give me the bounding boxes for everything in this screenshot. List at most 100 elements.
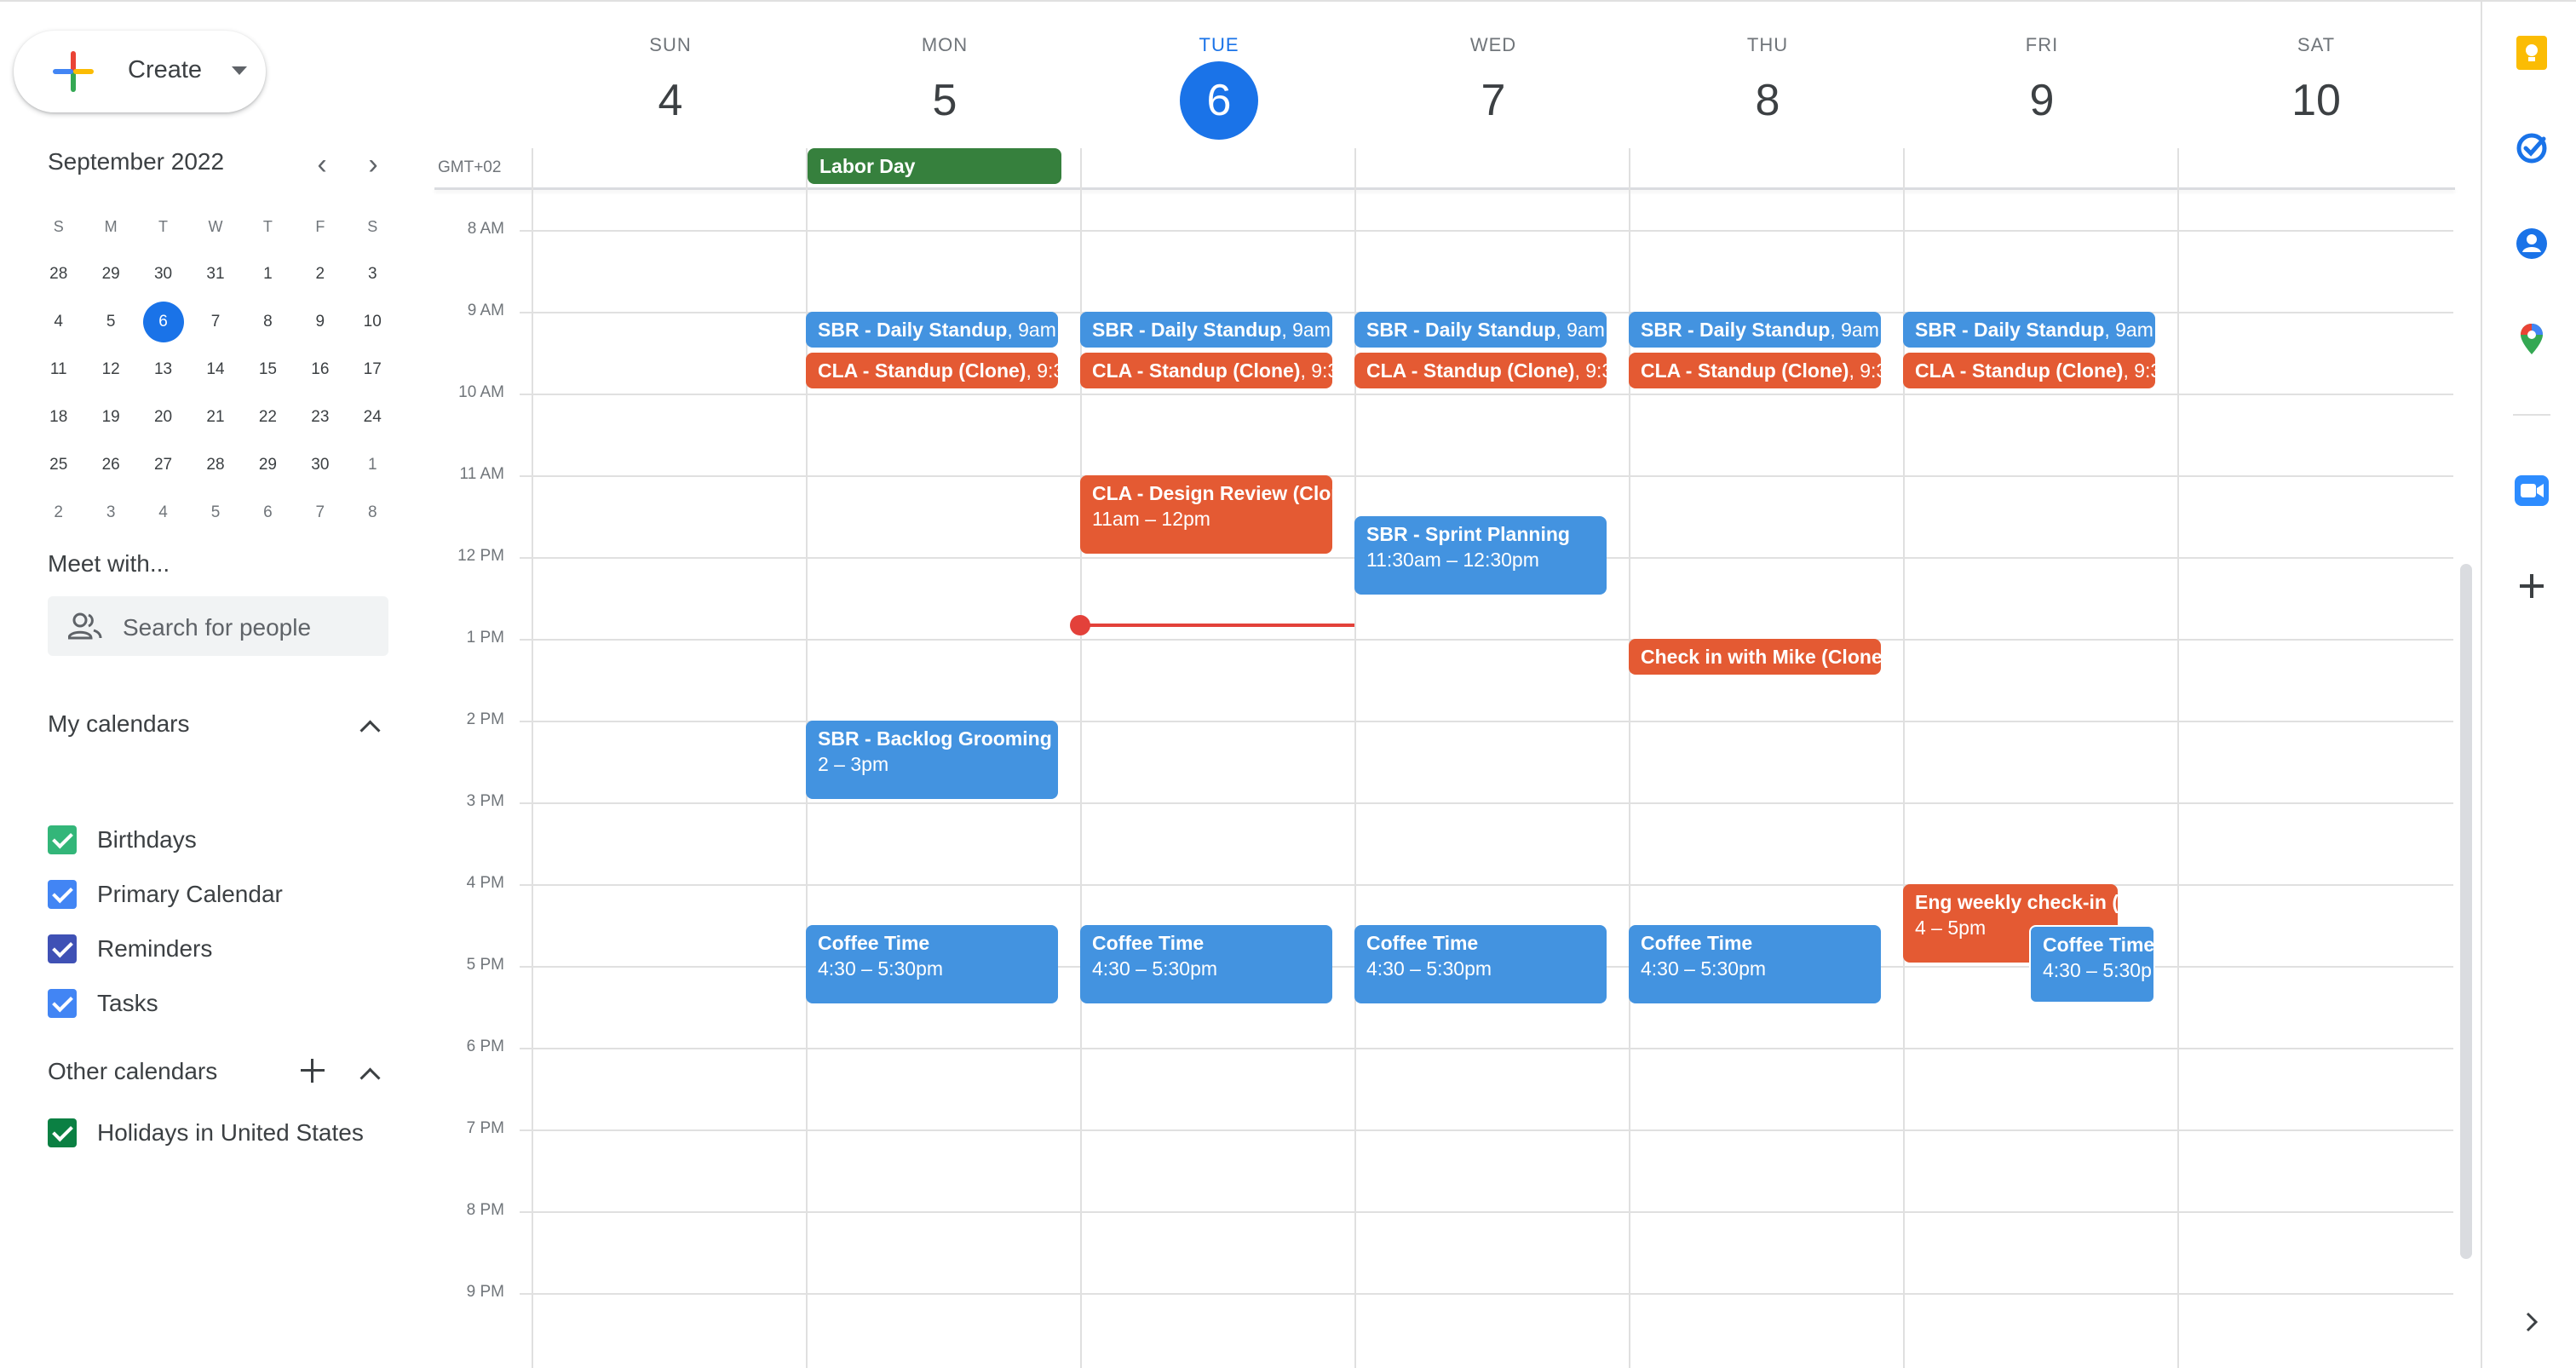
add-calendar-icon[interactable] [298, 1056, 327, 1085]
day-header-tue-today[interactable]: TUE 6 [1082, 34, 1356, 140]
event-cla-standup[interactable]: CLA - Standup (Clone), 9:3 [1080, 353, 1332, 388]
mini-day[interactable]: 19 [84, 397, 136, 438]
event-cla-standup[interactable]: CLA - Standup (Clone), 9:3 [1903, 353, 2155, 388]
day-header-thu[interactable]: THU 8 [1630, 34, 1905, 140]
calendar-item-reminders[interactable]: Reminders [48, 930, 212, 968]
mini-day[interactable]: 3 [84, 492, 136, 533]
day-header-mon[interactable]: MON 5 [808, 34, 1082, 140]
event-sprint-planning[interactable]: SBR - Sprint Planning 11:30am – 12:30pm [1354, 516, 1607, 595]
day-header-num[interactable]: 7 [1454, 61, 1532, 140]
mini-day[interactable]: 3 [347, 254, 399, 295]
mini-day[interactable]: 23 [294, 397, 346, 438]
mini-day[interactable]: 1 [347, 445, 399, 486]
mini-day[interactable]: 8 [347, 492, 399, 533]
event-daily-standup[interactable]: SBR - Daily Standup, 9am [806, 312, 1058, 348]
mini-day[interactable]: 12 [84, 349, 136, 390]
event-backlog-grooming[interactable]: SBR - Backlog Grooming 2 – 3pm [806, 721, 1058, 799]
mini-day[interactable]: 5 [189, 492, 241, 533]
calendar-item-primary[interactable]: Primary Calendar [48, 876, 283, 913]
event-daily-standup[interactable]: SBR - Daily Standup, 9am [1354, 312, 1607, 348]
search-people-input[interactable]: Search for people [48, 596, 388, 656]
calendar-item-birthdays[interactable]: Birthdays [48, 821, 197, 859]
mini-day[interactable]: 15 [242, 349, 294, 390]
event-labor-day[interactable]: Labor Day [808, 148, 1061, 184]
my-calendars-collapse-icon[interactable] [356, 712, 385, 741]
mini-day[interactable]: 7 [189, 302, 241, 342]
calendar-item-holidays[interactable]: Holidays in United States [48, 1114, 364, 1152]
create-button[interactable]: Create [14, 31, 266, 112]
mini-day[interactable]: 22 [242, 397, 294, 438]
zoom-icon[interactable] [2513, 472, 2550, 509]
event-check-in-mike[interactable]: Check in with Mike (Clone [1629, 639, 1881, 675]
chevron-right-icon[interactable]: › [358, 150, 388, 182]
mini-day[interactable]: 25 [32, 445, 84, 486]
event-cla-standup[interactable]: CLA - Standup (Clone), 9:3 [806, 353, 1058, 388]
mini-day[interactable]: 9 [294, 302, 346, 342]
event-coffee-time[interactable]: Coffee Time 4:30 – 5:30pm [1080, 925, 1332, 1003]
day-header-num[interactable]: 4 [631, 61, 710, 140]
day-header-num[interactable]: 8 [1728, 61, 1807, 140]
mini-day[interactable]: 11 [32, 349, 84, 390]
maps-icon[interactable] [2513, 320, 2550, 358]
day-header-num[interactable]: 5 [906, 61, 984, 140]
event-daily-standup[interactable]: SBR - Daily Standup, 9am [1629, 312, 1881, 348]
mini-day[interactable]: 28 [189, 445, 241, 486]
mini-day[interactable]: 20 [137, 397, 189, 438]
mini-day[interactable]: 6 [242, 492, 294, 533]
mini-day[interactable]: 1 [242, 254, 294, 295]
mini-day[interactable]: 2 [294, 254, 346, 295]
event-daily-standup[interactable]: SBR - Daily Standup, 9am [1903, 312, 2155, 348]
mini-day[interactable]: 10 [347, 302, 399, 342]
chevron-left-icon[interactable]: ‹ [307, 150, 337, 182]
mini-day[interactable]: 4 [32, 302, 84, 342]
checkbox-checked-icon[interactable] [48, 1118, 77, 1147]
day-header-num[interactable]: 6 [1180, 61, 1258, 140]
mini-day[interactable]: 13 [137, 349, 189, 390]
tasks-icon[interactable] [2513, 129, 2550, 167]
other-calendars-collapse-icon[interactable] [356, 1060, 385, 1089]
event-daily-standup[interactable]: SBR - Daily Standup, 9am [1080, 312, 1332, 348]
mini-day[interactable]: 30 [294, 445, 346, 486]
event-design-review[interactable]: CLA - Design Review (Clon 11am – 12pm [1080, 475, 1332, 554]
mini-day[interactable]: 26 [84, 445, 136, 486]
mini-day[interactable]: 4 [137, 492, 189, 533]
event-coffee-time[interactable]: Coffee Time 4:30 – 5:30pm [1629, 925, 1881, 1003]
mini-day[interactable]: 31 [189, 254, 241, 295]
checkbox-checked-icon[interactable] [48, 989, 77, 1018]
checkbox-checked-icon[interactable] [48, 825, 77, 854]
mini-day[interactable]: 5 [84, 302, 136, 342]
checkbox-checked-icon[interactable] [48, 880, 77, 909]
event-cla-standup[interactable]: CLA - Standup (Clone), 9:3 [1629, 353, 1881, 388]
mini-day-today[interactable]: 6 [137, 302, 189, 342]
mini-day[interactable]: 30 [137, 254, 189, 295]
mini-day[interactable]: 21 [189, 397, 241, 438]
event-coffee-time[interactable]: Coffee Time 4:30 – 5:30pm [1354, 925, 1607, 1003]
contacts-icon[interactable] [2513, 225, 2550, 262]
mini-day[interactable]: 27 [137, 445, 189, 486]
mini-day[interactable]: 14 [189, 349, 241, 390]
mini-day[interactable]: 2 [32, 492, 84, 533]
calendar-item-tasks[interactable]: Tasks [48, 985, 158, 1022]
mini-day[interactable]: 24 [347, 397, 399, 438]
event-coffee-time[interactable]: Coffee Time 4:30 – 5:30pm [806, 925, 1058, 1003]
day-header-sat[interactable]: SAT 10 [2179, 34, 2453, 140]
caret-down-icon[interactable] [232, 66, 247, 75]
expand-icon[interactable] [2513, 1303, 2550, 1341]
scrollbar-thumb[interactable] [2460, 564, 2472, 1259]
mini-day[interactable]: 7 [294, 492, 346, 533]
mini-day[interactable]: 28 [32, 254, 84, 295]
event-cla-standup[interactable]: CLA - Standup (Clone), 9:3 [1354, 353, 1607, 388]
mini-day[interactable]: 18 [32, 397, 84, 438]
checkbox-checked-icon[interactable] [48, 934, 77, 963]
mini-day[interactable]: 17 [347, 349, 399, 390]
day-header-wed[interactable]: WED 7 [1356, 34, 1630, 140]
keep-icon[interactable] [2513, 34, 2550, 72]
mini-day[interactable]: 8 [242, 302, 294, 342]
day-header-num[interactable]: 9 [2003, 61, 2081, 140]
day-header-sun[interactable]: SUN 4 [533, 34, 808, 140]
event-coffee-time[interactable]: Coffee Time 4:30 – 5:30p [2029, 925, 2155, 1003]
mini-day[interactable]: 29 [84, 254, 136, 295]
day-header-fri[interactable]: FRI 9 [1905, 34, 2179, 140]
add-icon[interactable] [2513, 567, 2550, 605]
mini-day[interactable]: 16 [294, 349, 346, 390]
